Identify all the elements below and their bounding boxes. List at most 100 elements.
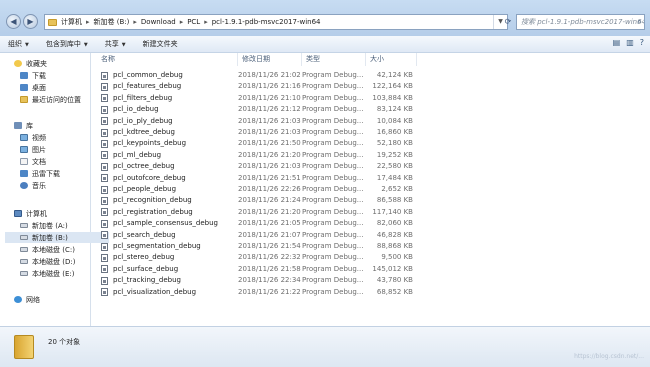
- sidebar-item-drive-a[interactable]: 新加卷 (A:): [20, 220, 109, 231]
- organize-menu[interactable]: 组织 ▼: [8, 39, 38, 49]
- file-row[interactable]: pcl_keypoints_debug 2018/11/26 21:50 Progr…: [97, 138, 417, 149]
- file-row[interactable]: pcl_sample_consensus_debug 2018/11/26 21:…: [97, 218, 417, 229]
- file-name: pcl_surface_debug: [113, 264, 179, 273]
- file-type: Program Debug...: [302, 105, 364, 114]
- file-type: Program Debug...: [302, 276, 364, 285]
- file-name-cell: pcl_io_ply_debug: [97, 116, 238, 127]
- sidebar-item-thunder[interactable]: 迅雷下载: [20, 168, 109, 179]
- file-row[interactable]: pcl_octree_debug 2018/11/26 21:03 Program …: [97, 161, 417, 172]
- file-row[interactable]: pcl_common_debug 2018/11/26 21:02 Program …: [97, 70, 417, 81]
- pdb-file-icon: [101, 208, 108, 217]
- sidebar-item-libraries[interactable]: 库: [14, 120, 103, 131]
- file-name: pcl_kdtree_debug: [113, 128, 175, 136]
- file-row[interactable]: pcl_filters_debug 2018/11/26 21:10 Program…: [97, 93, 417, 104]
- file-name: pcl_filters_debug: [113, 93, 173, 102]
- preview-pane-icon[interactable]: ▥: [626, 38, 634, 47]
- sidebar-item-computer[interactable]: 计算机: [14, 208, 103, 219]
- file-type: Program Debug...: [302, 287, 364, 296]
- column-header-size[interactable]: 大小: [366, 53, 417, 66]
- document-icon: [20, 158, 28, 165]
- chevron-right-icon[interactable]: ▸: [133, 18, 137, 26]
- chevron-right-icon[interactable]: ▸: [86, 18, 90, 26]
- pdb-file-icon: [101, 196, 108, 205]
- file-row[interactable]: pcl_registration_debug 2018/11/26 21:20 Pr…: [97, 207, 417, 218]
- sidebar-item-downloads[interactable]: 下载: [20, 70, 109, 81]
- file-row[interactable]: pcl_ml_debug 2018/11/26 21:20 Program Debu…: [97, 150, 417, 161]
- share-label: 共享: [104, 40, 119, 48]
- file-name: pcl_sample_consensus_debug: [113, 219, 218, 228]
- pdb-file-icon: [101, 174, 108, 183]
- star-icon: [14, 60, 22, 67]
- item-count: 20 个对象: [48, 338, 81, 346]
- refresh-button[interactable]: ⟳: [500, 14, 516, 30]
- sidebar-item-drive-b[interactable]: 新加卷 (B:): [5, 232, 109, 243]
- help-icon[interactable]: ?: [640, 38, 644, 47]
- file-type: Program Debug...: [302, 242, 364, 250]
- file-name: pcl_common_debug: [113, 71, 183, 79]
- sidebar-item-recent[interactable]: 最近访问的位置: [20, 94, 109, 105]
- sidebar-item-desktop[interactable]: 桌面: [20, 82, 109, 93]
- share-menu[interactable]: 共享 ▼: [105, 39, 135, 49]
- watermark: https://blog.csdn.net/...: [574, 353, 644, 360]
- chevron-right-icon[interactable]: ▸: [180, 18, 184, 26]
- sidebar-item-documents[interactable]: 文档: [20, 156, 109, 167]
- pdb-file-icon: [101, 151, 108, 160]
- sidebar-item-label: 新加卷 (A:): [32, 221, 68, 230]
- file-row[interactable]: pcl_features_debug 2018/11/26 21:16 Progra…: [97, 81, 417, 92]
- file-row[interactable]: pcl_surface_debug 2018/11/26 21:58 Program…: [97, 264, 417, 275]
- search-input[interactable]: 搜索 pcl-1.9.1-pdb-msvc2017-win64 ⌕: [516, 14, 645, 30]
- sidebar-item-pictures[interactable]: 图片: [20, 144, 109, 155]
- file-row[interactable]: pcl_visualization_debug 2018/11/26 21:22 P…: [97, 287, 417, 298]
- recent-places-icon: [20, 96, 28, 103]
- forward-button[interactable]: ▶: [23, 14, 38, 29]
- new-folder-button[interactable]: 新建文件夹: [143, 39, 187, 49]
- file-row[interactable]: pcl_recognition_debug 2018/11/26 21:24 Pro…: [97, 195, 417, 206]
- file-date: 2018/11/26 21:50: [238, 139, 301, 148]
- file-row[interactable]: pcl_io_debug 2018/11/26 21:12 Program Debu…: [97, 104, 417, 115]
- file-row[interactable]: pcl_outofcore_debug 2018/11/26 21:51 Progr…: [97, 173, 417, 184]
- search-icon[interactable]: ⌕: [638, 15, 642, 29]
- crumb-computer[interactable]: 计算机: [61, 17, 82, 27]
- file-row[interactable]: pcl_io_ply_debug 2018/11/26 21:03 Program …: [97, 116, 417, 127]
- sidebar-item-drive-c[interactable]: 本地磁盘 (C:): [20, 244, 109, 255]
- address-bar[interactable]: 计算机 ▸ 新加卷 (B:) ▸ Download ▸ PCL ▸ pcl-1.…: [44, 14, 508, 30]
- file-row[interactable]: pcl_stereo_debug 2018/11/26 22:32 Program …: [97, 252, 417, 263]
- sidebar-item-music[interactable]: 音乐: [20, 180, 109, 191]
- pdb-file-icon: [101, 162, 108, 171]
- file-size: 122,164 KB: [372, 82, 413, 91]
- view-options-icon[interactable]: ▤: [613, 38, 621, 47]
- drive-icon: [20, 235, 28, 240]
- file-row[interactable]: pcl_segmentation_debug 2018/11/26 21:54 Pr…: [97, 241, 417, 252]
- crumb-pcl[interactable]: PCL: [187, 18, 200, 26]
- sidebar-item-videos[interactable]: 视频: [20, 132, 109, 143]
- file-date: 2018/11/26 21:24: [238, 196, 301, 205]
- sidebar-item-favorites[interactable]: 收藏夹: [14, 58, 103, 69]
- file-type: Program Debug...: [302, 139, 364, 148]
- chevron-right-icon[interactable]: ▸: [204, 18, 208, 26]
- network-icon: [14, 296, 22, 303]
- file-row[interactable]: pcl_kdtree_debug 2018/11/26 21:03 Program …: [97, 127, 417, 138]
- sidebar-item-label: 视频: [32, 133, 46, 142]
- crumb-download[interactable]: Download: [141, 18, 176, 26]
- file-name: pcl_visualization_debug: [113, 287, 197, 296]
- file-size: 46,828 KB: [376, 230, 413, 239]
- crumb-drive-b[interactable]: 新加卷 (B:): [94, 17, 130, 27]
- sidebar-item-label: 图片: [32, 145, 46, 154]
- file-date: 2018/11/26 21:12: [238, 105, 301, 114]
- column-header-name[interactable]: 名称: [97, 53, 238, 66]
- column-header-type[interactable]: 类型: [302, 53, 366, 66]
- crumb-current-folder[interactable]: pcl-1.9.1-pdb-msvc2017-win64: [212, 18, 321, 26]
- sidebar-item-label: 收藏夹: [26, 59, 47, 68]
- file-row[interactable]: pcl_tracking_debug 2018/11/26 22:34 Progra…: [97, 275, 417, 286]
- file-row[interactable]: pcl_search_debug 2018/11/26 21:07 Program …: [97, 230, 417, 241]
- picture-icon: [20, 146, 28, 153]
- sidebar-item-drive-e[interactable]: 本地磁盘 (E:): [20, 268, 109, 279]
- sidebar-item-network[interactable]: 网络: [14, 294, 103, 305]
- file-row[interactable]: pcl_people_debug 2018/11/26 22:26 Program …: [97, 184, 417, 195]
- back-button[interactable]: ◀: [6, 14, 21, 29]
- sidebar-item-drive-d[interactable]: 本地磁盘 (D:): [20, 256, 109, 267]
- address-bar-area: ◀ ▶ 计算机 ▸ 新加卷 (B:) ▸ Download ▸ PCL ▸ pc…: [0, 0, 650, 37]
- file-name-cell: pcl_tracking_debug: [97, 275, 238, 286]
- include-library-menu[interactable]: 包含到库中 ▼: [46, 39, 97, 49]
- column-header-date[interactable]: 修改日期: [238, 53, 302, 66]
